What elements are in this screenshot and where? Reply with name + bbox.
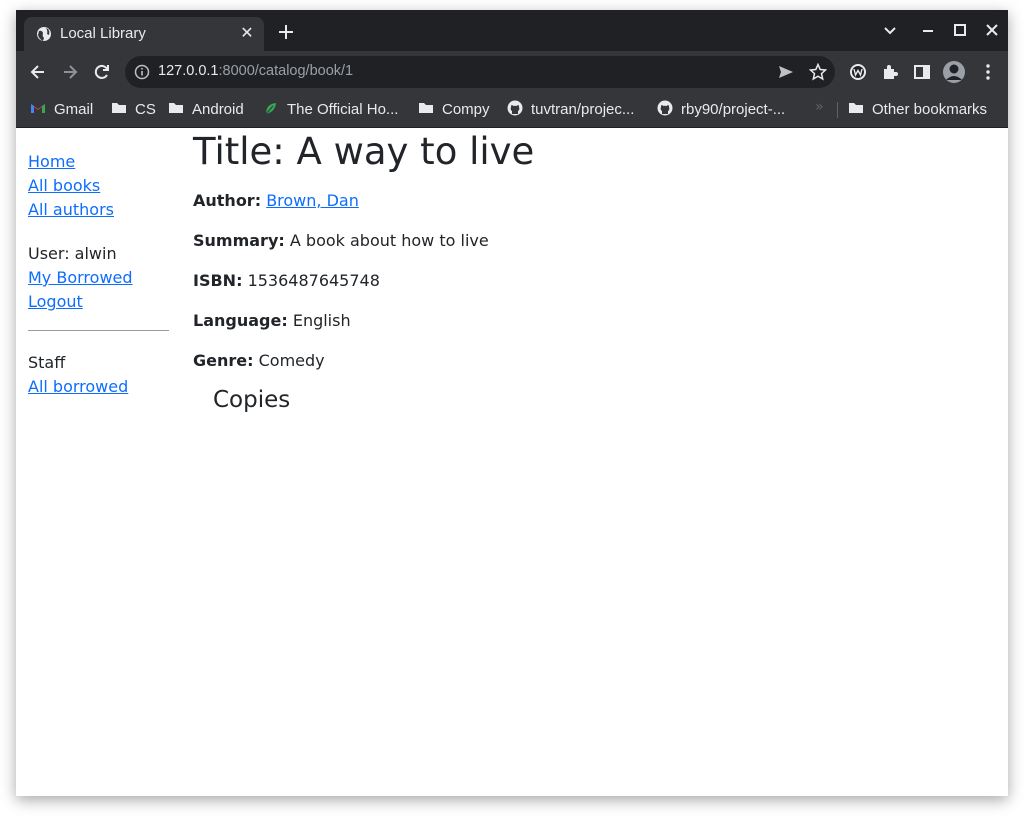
isbn-label: ISBN: [193,271,243,290]
bookmark-official-home[interactable]: The Official Ho... [263,100,398,120]
bookmarks-bar: Gmail CS Android The Official Ho... Comp… [16,93,1008,128]
isbn-value: 1536487645748 [247,271,380,290]
github-icon [507,100,523,116]
bookmark-label: The Official Ho... [287,101,399,118]
bookmark-cs[interactable]: CS [111,100,156,120]
summary-value: A book about how to live [289,231,489,250]
bookmark-compy[interactable]: Compy [418,100,490,120]
forward-icon[interactable] [60,62,80,82]
minimize-icon[interactable] [918,20,938,40]
bookmark-android[interactable]: Android [168,100,244,120]
send-tab-icon[interactable] [777,63,795,81]
genre-value: Comedy [258,351,325,370]
sidebar-link-all-borrowed[interactable]: All borrowed [28,375,169,399]
bookmark-label: Other bookmarks [872,101,988,118]
maximize-icon[interactable] [950,20,970,40]
new-tab-icon[interactable] [276,22,296,42]
summary-label: Summary: [193,231,285,250]
browser-toolbar: 127.0.0.1:8000/catalog/book/1 [16,51,1008,93]
bookmark-rby90[interactable]: rby90/project-... [657,100,785,120]
bookmark-label: CS [135,101,156,118]
bookmark-label: rby90/project-... [681,101,786,118]
github-icon [657,100,673,116]
bookmark-other[interactable]: Other bookmarks [848,100,987,120]
side-panel-icon[interactable] [912,62,932,82]
sidebar-link-home[interactable]: Home [28,150,169,174]
url-path: :8000/catalog/book/1 [218,63,354,79]
bookmark-star-icon[interactable] [809,63,827,81]
copies-heading: Copies [213,387,291,413]
profile-avatar[interactable] [942,60,966,84]
page-title: Title: A way to live [193,130,535,173]
genre-label: Genre: [193,351,254,370]
gmail-icon [31,104,45,114]
author-label: Author: [193,191,262,210]
sidebar-link-all-authors[interactable]: All authors [28,198,169,222]
bookmark-label: Gmail [54,101,94,118]
folder-icon [112,103,126,114]
tab-title: Local Library [60,25,146,42]
browser-window: Local Library ✕ 127.0.0.1:8000/catalog/b… [16,10,1008,796]
sidebar-link-all-books[interactable]: All books [28,174,169,198]
language-value: English [292,311,351,330]
author-link[interactable]: Brown, Dan [266,191,359,210]
puzzle-icon[interactable] [880,62,900,82]
more-bookmarks-chevron-icon[interactable]: » [815,99,824,115]
bookmark-label: Android [192,101,244,118]
url-host: 127.0.0.1 [158,63,219,79]
globe-icon [37,27,51,41]
tab-search-icon[interactable] [880,20,900,40]
sidebar-link-logout[interactable]: Logout [28,290,169,314]
genre-row: Genre: Comedy [193,349,325,373]
summary-row: Summary: A book about how to live [193,229,489,253]
bookmark-label: Compy [442,101,490,118]
page-viewport: Home All books All authors User: alwin M… [16,128,1008,796]
back-icon[interactable] [28,62,48,82]
folder-icon [849,103,863,114]
sidebar-link-my-borrowed[interactable]: My Borrowed [28,266,169,290]
close-tab-icon[interactable]: ✕ [238,24,256,42]
bookmark-tuvtran[interactable]: tuvtran/projec... [507,100,634,120]
bookmark-gmail[interactable]: Gmail [30,100,93,120]
browser-tab[interactable]: Local Library ✕ [24,17,264,51]
sidebar-nav: Home All books All authors User: alwin M… [28,150,169,399]
leaf-icon [265,103,276,115]
reload-icon[interactable] [92,62,112,82]
site-info-icon[interactable] [134,64,150,80]
url-text[interactable]: 127.0.0.1:8000/catalog/book/1 [158,63,353,79]
isbn-row: ISBN: 1536487645748 [193,269,380,293]
current-user-label: User: alwin [28,244,117,263]
staff-heading: Staff [28,353,66,372]
tab-strip: Local Library ✕ [16,10,1008,51]
bookmarks-separator [837,102,838,118]
folder-icon [169,103,183,114]
address-bar[interactable]: 127.0.0.1:8000/catalog/book/1 [125,56,835,88]
extension-w-icon[interactable] [848,62,868,82]
sidebar-divider [28,330,169,331]
menu-kebab-icon[interactable] [978,62,998,82]
bookmark-label: tuvtran/projec... [531,101,635,118]
close-window-icon[interactable] [982,20,1002,40]
folder-icon [419,103,433,114]
language-row: Language: English [193,309,351,333]
author-row: Author: Brown, Dan [193,189,359,213]
language-label: Language: [193,311,288,330]
